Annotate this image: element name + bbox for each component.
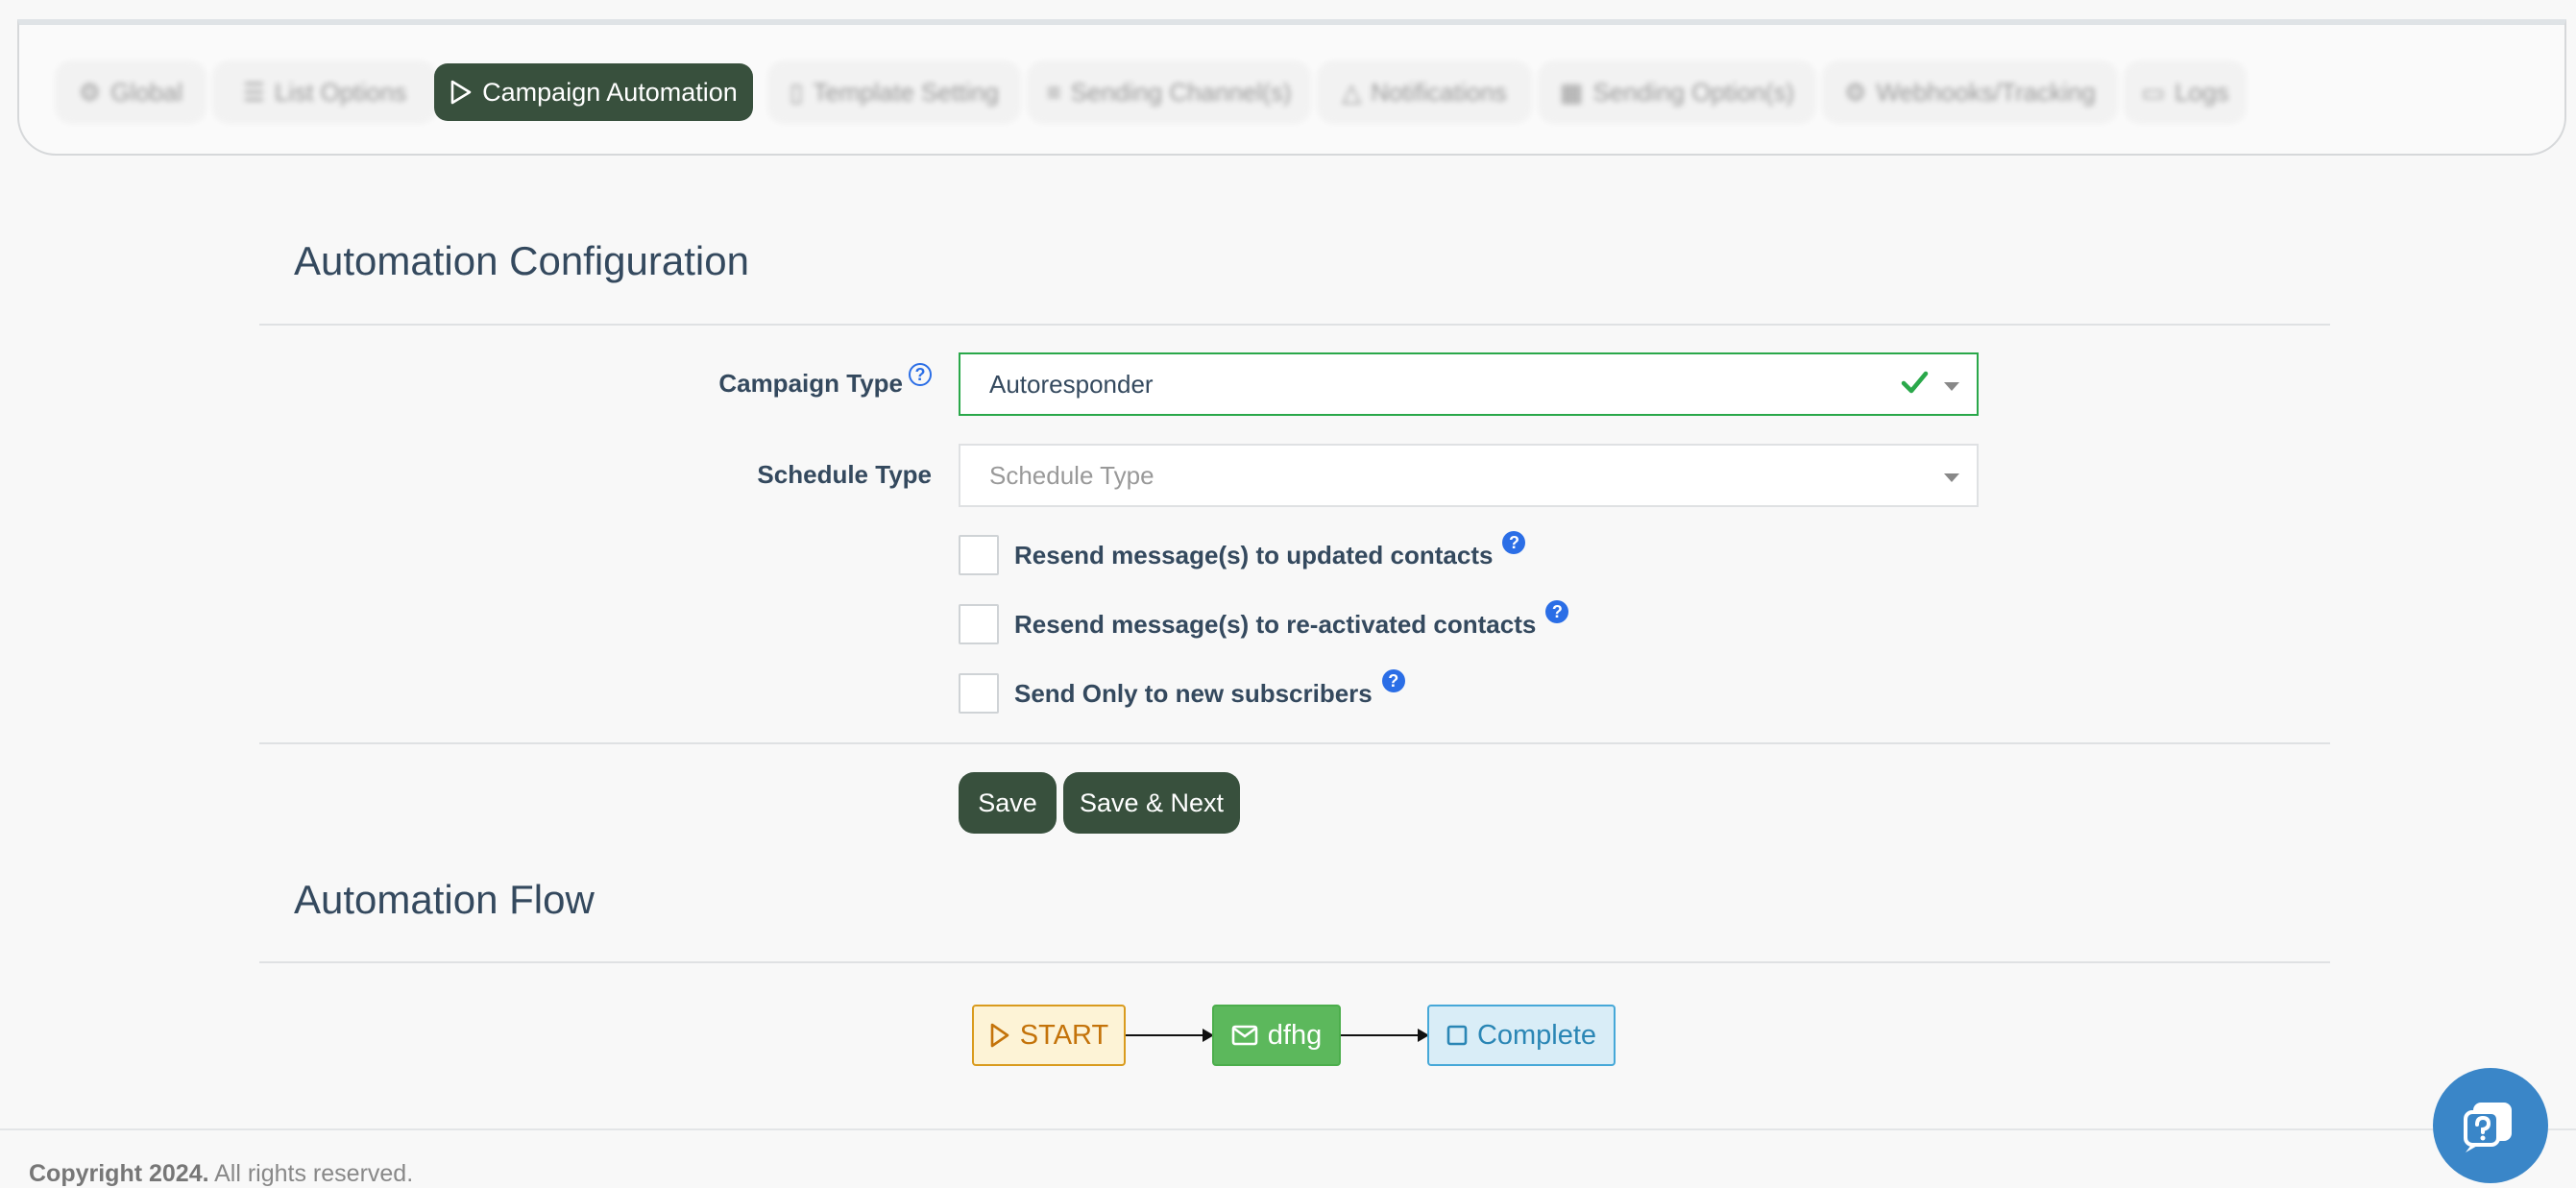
- flow-complete-node[interactable]: Complete: [1427, 1005, 1616, 1066]
- automation-configuration-title: Automation Configuration: [294, 238, 749, 283]
- schedule-type-label-text: Schedule Type: [757, 460, 932, 489]
- copyright-rest: All rights reserved.: [208, 1160, 414, 1187]
- sliders-icon: ⚙: [78, 78, 102, 107]
- flow-start-node[interactable]: START: [972, 1005, 1126, 1066]
- chevron-down-icon: [1944, 382, 1959, 391]
- resend-reactivated-row: Resend message(s) to re-activated contac…: [959, 600, 1569, 644]
- help-icon[interactable]: ?: [1545, 600, 1569, 623]
- play-icon: [450, 80, 472, 105]
- resend-updated-label: Resend message(s) to updated contacts: [1014, 540, 1494, 570]
- tab-label: List Options: [275, 77, 407, 107]
- automation-flow-title: Automation Flow: [294, 877, 595, 922]
- flow-arrow: [1126, 1029, 1214, 1042]
- help-icon[interactable]: ?: [909, 363, 932, 386]
- envelope-icon: [1231, 1025, 1258, 1046]
- campaign-type-value: Autoresponder: [989, 369, 1154, 399]
- campaign-type-label: Campaign Type ?: [718, 363, 932, 399]
- bell-icon: △: [1342, 78, 1362, 107]
- campaign-type-select[interactable]: Autoresponder: [959, 352, 1979, 416]
- flow-email-node[interactable]: dfhg: [1212, 1005, 1341, 1066]
- tab-label: Webhooks/Tracking: [1876, 77, 2096, 107]
- tab-campaign-automation[interactable]: Campaign Automation: [434, 63, 753, 121]
- flow-email-label: dfhg: [1267, 1019, 1323, 1051]
- resend-reactivated-checkbox[interactable]: [959, 604, 999, 644]
- campaign-type-label-text: Campaign Type: [718, 369, 903, 398]
- tab-sending-channels[interactable]: ≡ Sending Channel(s): [1030, 63, 1308, 121]
- logs-icon: ▭: [2141, 78, 2166, 107]
- resend-reactivated-label: Resend message(s) to re-activated contac…: [1014, 609, 1537, 639]
- chat-help-icon: [2464, 1103, 2512, 1152]
- tab-logs[interactable]: ▭ Logs: [2126, 63, 2244, 121]
- square-icon: [1446, 1025, 1468, 1046]
- tab-label: Logs: [2175, 77, 2229, 107]
- tab-notifications[interactable]: △ Notifications: [1320, 63, 1529, 121]
- new-subscribers-label: Send Only to new subscribers: [1014, 678, 1373, 708]
- tab-template-setting[interactable]: ▯ Template Setting: [770, 63, 1018, 121]
- help-icon[interactable]: ?: [1381, 669, 1405, 692]
- divider: [259, 324, 2330, 326]
- tab-label: Notifications: [1371, 77, 1507, 107]
- calendar-icon: ▦: [1559, 78, 1584, 107]
- divider: [259, 742, 2330, 744]
- file-icon: ▯: [790, 78, 804, 107]
- tab-webhooks-tracking[interactable]: ⚙ Webhooks/Tracking: [1825, 63, 2115, 121]
- flow-start-label: START: [1019, 1019, 1109, 1051]
- flow-arrow: [1341, 1029, 1429, 1042]
- save-button[interactable]: Save: [959, 772, 1057, 834]
- tab-global[interactable]: ⚙ Global: [58, 63, 204, 121]
- tab-label: Sending Option(s): [1592, 77, 1795, 107]
- new-subscribers-row: Send Only to new subscribers ?: [959, 669, 1405, 714]
- schedule-type-select[interactable]: Schedule Type: [959, 444, 1979, 507]
- chat-help-button[interactable]: [2433, 1068, 2548, 1183]
- tab-list-options[interactable]: ☰ List Options: [215, 63, 434, 121]
- tab-label: Sending Channel(s): [1070, 77, 1292, 107]
- chevron-down-icon: [1944, 473, 1959, 482]
- channels-icon: ≡: [1046, 78, 1061, 107]
- save-next-button[interactable]: Save & Next: [1063, 772, 1240, 834]
- footer-divider: [0, 1128, 2576, 1130]
- settings-tab-bar: ⚙ Global ☰ List Options Campaign Automat…: [17, 19, 2566, 156]
- sliders-icon: ⚙: [1844, 78, 1867, 107]
- footer-copyright: Copyright 2024. All rights reserved.: [29, 1160, 413, 1188]
- tab-label: Campaign Automation: [482, 77, 738, 107]
- resend-updated-checkbox[interactable]: [959, 535, 999, 575]
- check-icon: [1901, 371, 1929, 394]
- schedule-type-label: Schedule Type: [757, 460, 932, 490]
- help-icon[interactable]: ?: [1502, 531, 1526, 554]
- tab-label: Template Setting: [813, 77, 999, 107]
- tab-sending-options[interactable]: ▦ Sending Option(s): [1541, 63, 1813, 121]
- resend-updated-row: Resend message(s) to updated contacts ?: [959, 531, 1526, 575]
- flow-complete-label: Complete: [1476, 1019, 1597, 1051]
- tab-label: Global: [110, 77, 183, 107]
- new-subscribers-checkbox[interactable]: [959, 673, 999, 714]
- copyright-year: Copyright 2024.: [29, 1160, 209, 1187]
- schedule-type-placeholder: Schedule Type: [989, 460, 1154, 490]
- users-icon: ☰: [242, 78, 265, 107]
- divider: [259, 961, 2330, 963]
- play-icon: [990, 1023, 1009, 1048]
